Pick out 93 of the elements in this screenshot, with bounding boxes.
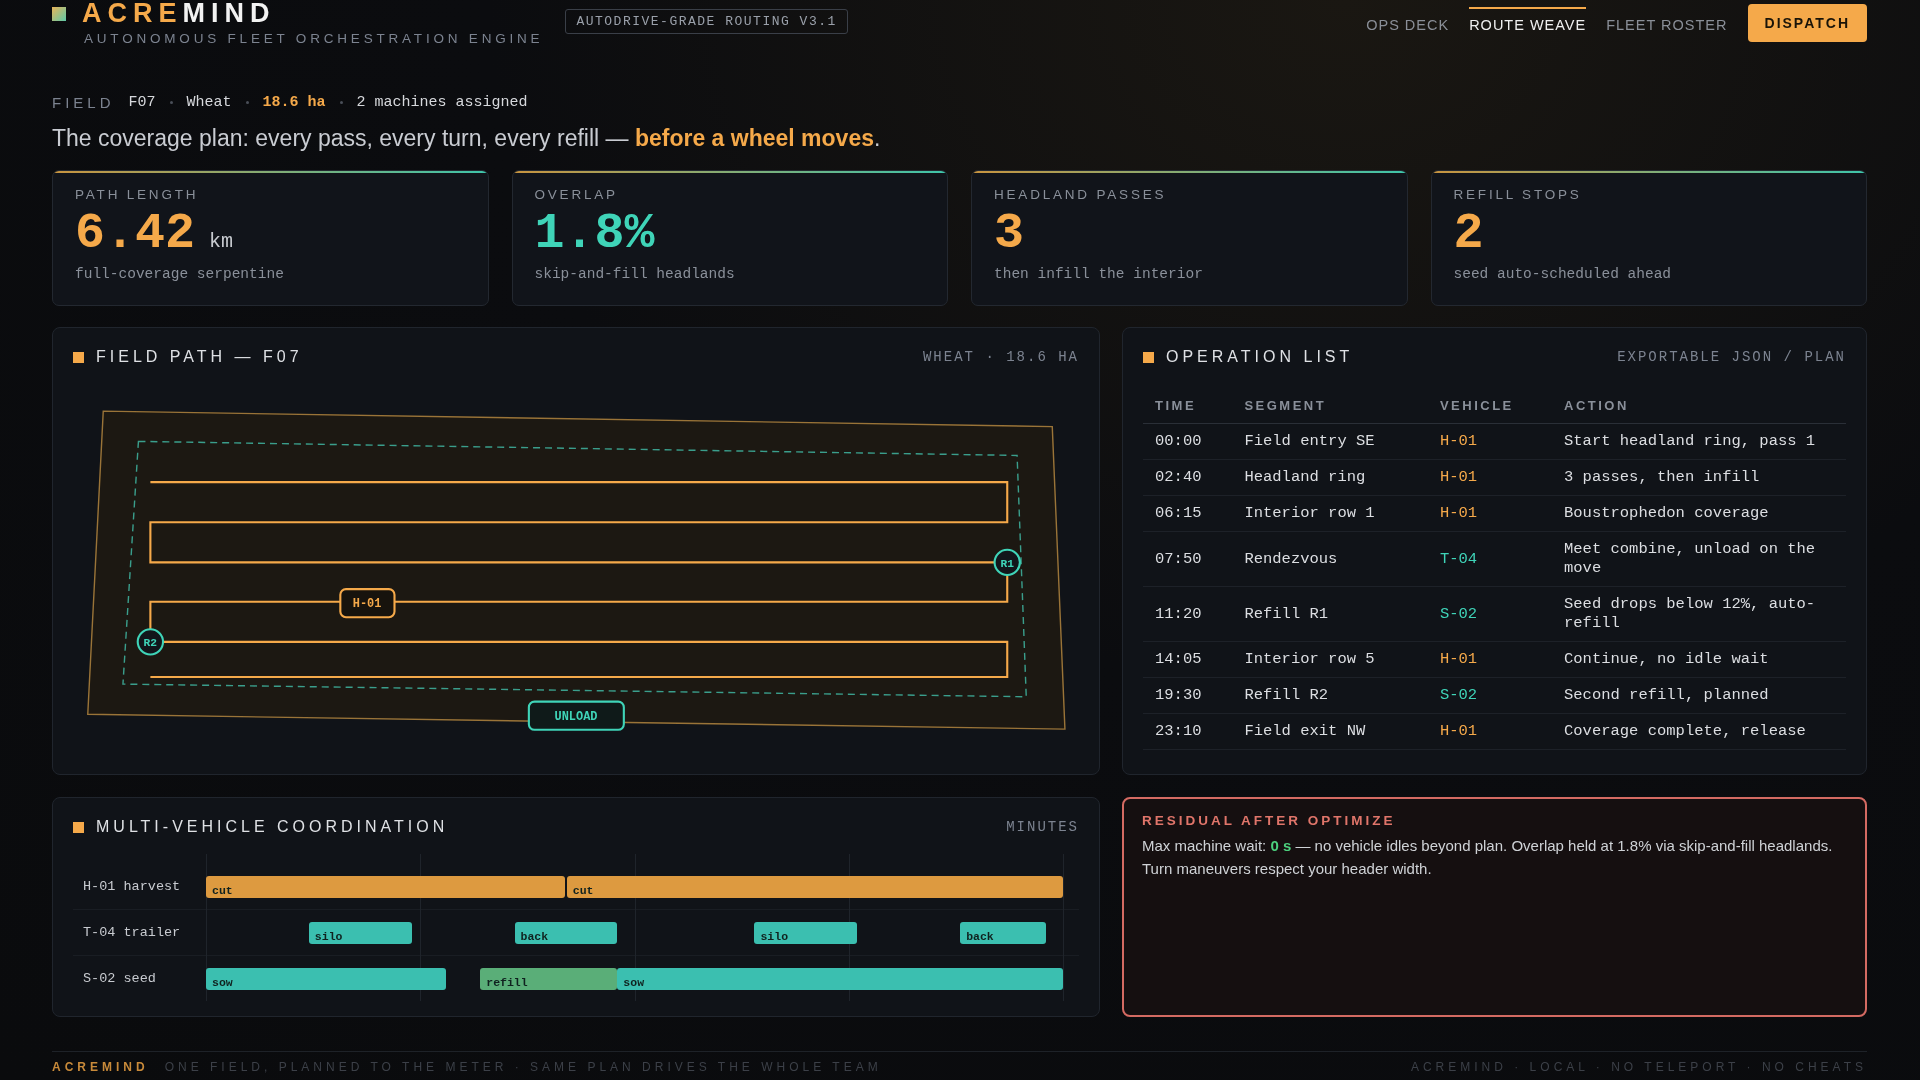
kpi-label: PATH LENGTH <box>75 187 200 202</box>
kpi-label: HEADLAND PASSES <box>994 187 1168 202</box>
panel-title: OPERATION LIST <box>1166 348 1354 366</box>
column-header: VEHICLE <box>1427 390 1552 424</box>
crop-name: Wheat <box>186 94 232 111</box>
kpi-note: then infill the interior <box>994 266 1204 282</box>
nav-tab[interactable]: ROUTE WEAVE <box>1469 7 1587 39</box>
residual-title: RESIDUAL AFTER OPTIMIZE <box>1142 813 1397 828</box>
refill-marker: R2 <box>136 628 165 656</box>
table-cell: Refill R1 <box>1232 586 1428 642</box>
table-cell: 02:40 <box>1143 459 1233 496</box>
footer-brand: ACREMIND <box>52 1060 149 1076</box>
column-header: TIME <box>1143 390 1233 424</box>
kpi-value: 1.8% <box>534 204 655 264</box>
footer-tagline: ONE FIELD, PLANNED TO THE METER · SAME PLAN DRIVES THE WHOLE TEAM <box>164 1060 882 1076</box>
unload-tag: UNLOAD <box>527 700 625 731</box>
timeline-bar: back <box>960 922 1046 944</box>
machines-count: 2 machines assigned <box>356 94 528 111</box>
timeline-bar: silo <box>754 922 858 944</box>
panel-meta: MINUTES <box>1006 819 1079 835</box>
headline: The coverage plan: every pass, every turn, every refill — before a wheel moves. <box>52 125 882 152</box>
vehicle-cell: H-01 <box>1427 459 1552 496</box>
table-cell: Interior row 5 <box>1232 641 1428 678</box>
dispatch-button[interactable]: DISPATCH <box>1747 4 1867 42</box>
vehicle-cell: T-04 <box>1427 531 1552 587</box>
kpi-label: OVERLAP <box>534 187 619 202</box>
nav-tab[interactable]: FLEET ROSTER <box>1606 7 1728 39</box>
panel-meta: WHEAT · 18.6 HA <box>922 349 1079 365</box>
table-cell: Field exit NW <box>1232 713 1428 750</box>
field-area: 18.6 ha <box>262 94 326 111</box>
residual-text: Max machine wait: 0 s — no vehicle idles beyond plan. Overlap held at 1.8% via skip-and-fill headlands. Turn maneuvers respect your header width. <box>1142 836 1834 879</box>
vehicle-cell: H-01 <box>1427 423 1552 460</box>
table-cell: Headland ring <box>1232 459 1428 496</box>
timeline-bar: sow <box>617 968 1063 990</box>
section-icon <box>73 821 84 833</box>
timeline-bar: refill <box>480 968 618 990</box>
section-icon <box>1143 351 1154 363</box>
timeline-bar: sow <box>206 968 446 990</box>
table-cell: 3 passes, then infill <box>1552 459 1846 496</box>
refill-marker: R1 <box>993 548 1021 577</box>
table-cell: 06:15 <box>1143 495 1233 532</box>
vehicle-tag: H-01 <box>339 588 396 619</box>
table-cell: Boustrophedon coverage <box>1552 495 1846 532</box>
lane-label: S-02 seed <box>82 971 157 986</box>
vehicle-cell: S-02 <box>1427 586 1552 642</box>
panel-title: FIELD PATH — F07 <box>96 348 303 366</box>
lane-label: H-01 harvest <box>82 879 182 894</box>
timeline-bar: back <box>514 922 618 944</box>
field-label: FIELD <box>52 94 115 111</box>
lane-label: T-04 trailer <box>82 925 182 940</box>
timeline-bar: cut <box>206 876 566 898</box>
footer-meta: ACREMIND · LOCAL · NO TELEPORT · NO CHEATS <box>1410 1060 1867 1076</box>
table-cell: Refill R2 <box>1232 677 1428 714</box>
timeline-bar: cut <box>566 876 1063 898</box>
table-cell: Rendezvous <box>1232 531 1428 587</box>
table-cell: Coverage complete, release <box>1552 713 1846 750</box>
field-id: F07 <box>128 94 156 111</box>
kpi-note: full-coverage serpentine <box>75 266 285 282</box>
timeline-bar: silo <box>308 922 412 944</box>
vehicle-cell: S-02 <box>1427 677 1552 714</box>
nav-tab[interactable]: OPS DECK <box>1366 7 1450 39</box>
logo-icon <box>52 6 66 21</box>
kpi-note: skip-and-fill headlands <box>534 266 736 282</box>
table-cell: Start headland ring, pass 1 <box>1552 423 1846 460</box>
kpi-value: 3 <box>994 204 1024 264</box>
table-cell: Interior row 1 <box>1232 495 1428 532</box>
column-header: SEGMENT <box>1232 390 1428 424</box>
table-cell: Seed drops below 12%, auto-refill <box>1552 586 1846 642</box>
table-cell: 14:05 <box>1143 641 1233 678</box>
panel-title: MULTI-VEHICLE COORDINATION <box>96 818 449 836</box>
table-cell: 07:50 <box>1143 531 1233 587</box>
section-icon <box>73 351 84 363</box>
version-badge: AUTODRIVE-GRADE ROUTING V3.1 <box>565 9 848 34</box>
table-cell: Continue, no idle wait <box>1552 641 1846 678</box>
kpi-note: seed auto-scheduled ahead <box>1453 266 1673 282</box>
table-cell: 19:30 <box>1143 677 1233 714</box>
kpi-unit: km <box>209 230 234 253</box>
table-cell: Second refill, planned <box>1552 677 1846 714</box>
table-cell: 23:10 <box>1143 713 1233 750</box>
table-cell: Meet combine, unload on the move <box>1552 531 1846 587</box>
vehicle-cell: H-01 <box>1427 713 1552 750</box>
tagline: AUTONOMOUS FLEET ORCHESTRATION ENGINE <box>84 31 544 46</box>
column-header: ACTION <box>1552 390 1846 424</box>
kpi-label: REFILL STOPS <box>1453 187 1583 202</box>
kpi-value: 6.42 <box>75 204 196 264</box>
logo-text: ACRE MIND <box>82 0 276 27</box>
table-cell: 11:20 <box>1143 586 1233 642</box>
table-cell: Field entry SE <box>1232 423 1428 460</box>
panel-meta: EXPORTABLE JSON / PLAN <box>1617 349 1846 365</box>
vehicle-cell: H-01 <box>1427 641 1552 678</box>
vehicle-cell: H-01 <box>1427 495 1552 532</box>
table-cell: 00:00 <box>1143 423 1233 460</box>
kpi-value: 2 <box>1453 204 1484 264</box>
